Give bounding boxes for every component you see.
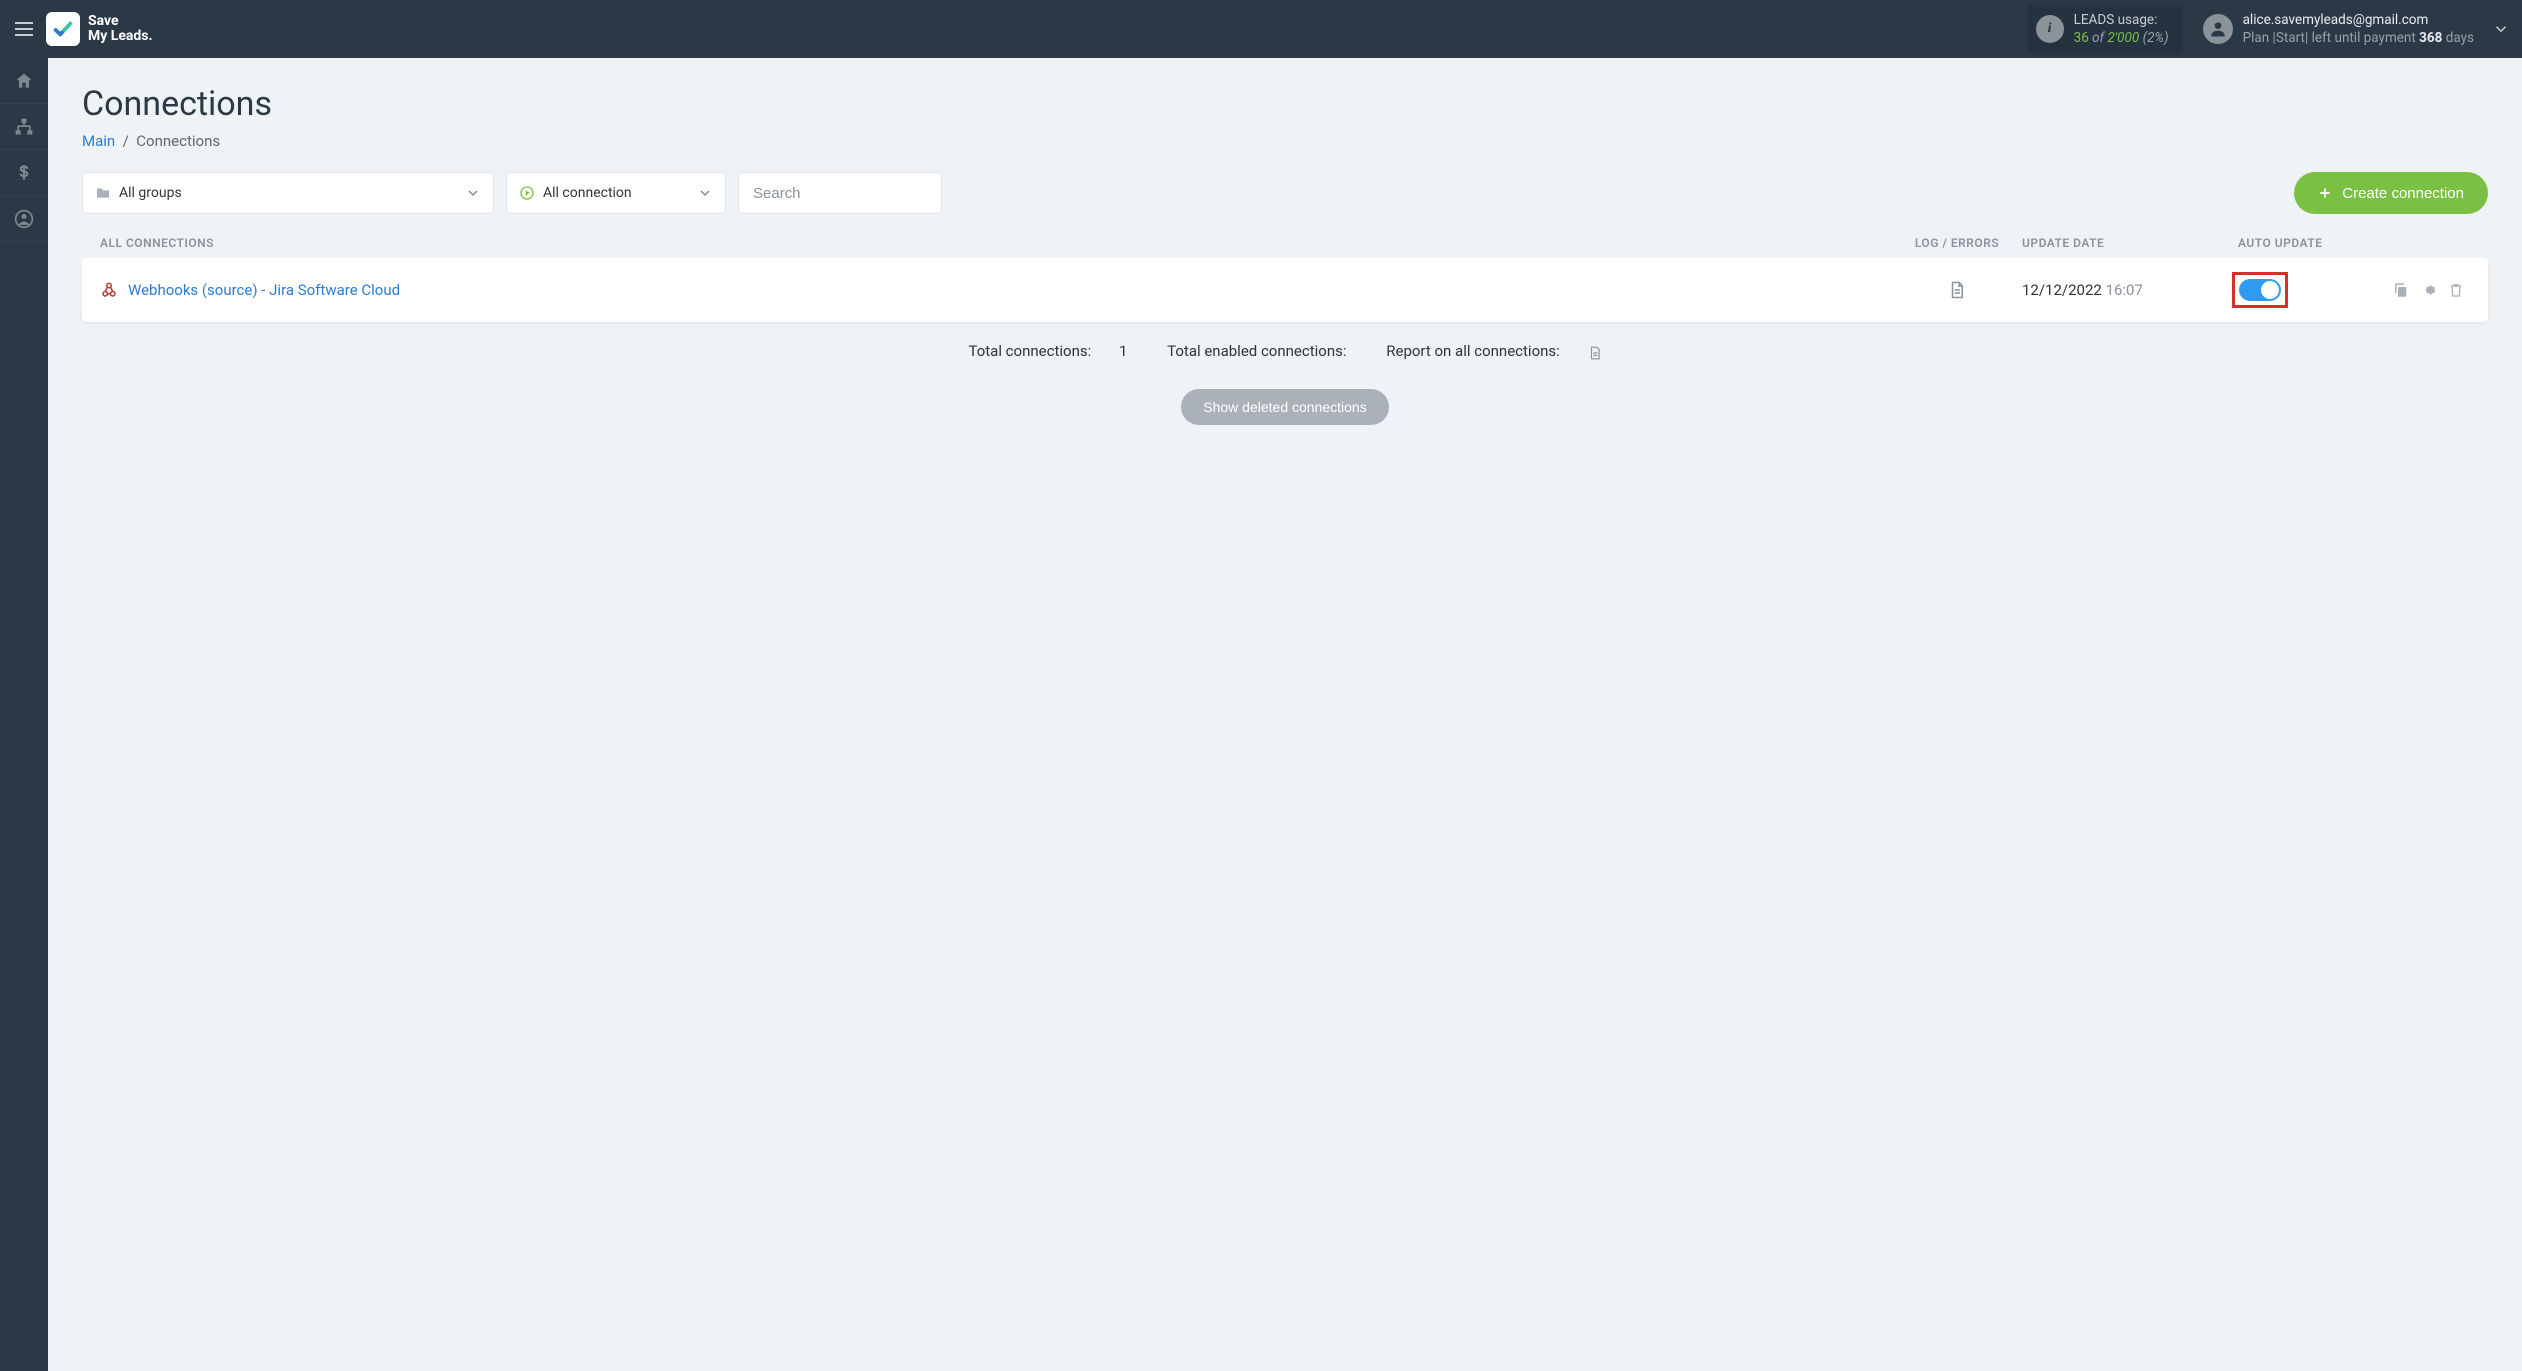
breadcrumb: Main / Connections [82,132,2488,150]
connection-filter-dropdown[interactable]: All connection [506,172,726,214]
enabled-label: Total enabled connections: [1167,342,1346,360]
sidebar [0,58,48,1371]
total-value: 1 [1119,342,1127,360]
logo[interactable]: Save My Leads. [46,12,153,46]
breadcrumb-current: Connections [136,132,220,150]
avatar-icon [2203,14,2233,44]
col-header-name: ALL CONNECTIONS [100,236,1892,250]
create-label: Create connection [2342,185,2464,202]
col-header-log: LOG / ERRORS [1892,236,2022,250]
col-header-auto: AUTO UPDATE [2232,236,2392,250]
chevron-down-icon [697,185,713,201]
search-input[interactable] [738,172,942,214]
connection-name-link[interactable]: Webhooks (source) - Jira Software Cloud [128,281,400,299]
play-circle-icon [519,185,535,201]
groups-dropdown[interactable]: All groups [82,172,494,214]
main-content: Connections Main / Connections All group… [48,58,2522,1371]
report-label: Report on all connections: [1386,342,1560,360]
logo-icon [46,12,80,46]
account-info: alice.savemyleads@gmail.com Plan |Start|… [2203,11,2474,47]
connection-filter-label: All connection [543,185,632,201]
usage-label: LEADS usage: [2074,11,2169,29]
delete-button[interactable] [2448,281,2464,299]
info-icon: i [2036,15,2064,43]
webhook-icon [100,281,118,299]
brand-text: Save My Leads. [88,14,153,45]
plus-icon [2318,186,2332,200]
table-header: ALL CONNECTIONS LOG / ERRORS UPDATE DATE… [82,236,2488,258]
log-button[interactable] [1892,280,2022,300]
summary: Total connections: 1 Total enabled conne… [82,342,2488,361]
copy-button[interactable] [2392,281,2410,299]
toolbar: All groups All connection [82,172,2488,214]
page-title: Connections [82,84,2488,124]
total-label: Total connections: [968,342,1091,360]
connection-row: Webhooks (source) - Jira Software Cloud … [82,258,2488,322]
update-date: 12/12/2022 16:07 [2022,281,2232,299]
header: Save My Leads. i LEADS usage: 36 of 2'00… [0,0,2522,58]
account-email: alice.savemyleads@gmail.com [2243,11,2474,29]
usage-box: i LEADS usage: 36 of 2'000 (2%) [2028,5,2183,53]
folder-icon [95,185,111,201]
menu-toggle[interactable] [8,13,40,45]
account-dropdown[interactable] [2492,20,2510,38]
groups-label: All groups [119,185,182,201]
brand-line2: My Leads. [88,29,153,44]
brand-line1: Save [88,14,153,29]
account-plan: Plan |Start| left until payment 368 days [2243,29,2474,47]
create-connection-button[interactable]: Create connection [2294,172,2488,214]
col-header-date: UPDATE DATE [2022,236,2232,250]
sidebar-item-home[interactable] [0,58,48,104]
show-deleted-button[interactable]: Show deleted connections [1181,389,1388,425]
usage-values: 36 of 2'000 (2%) [2074,29,2169,47]
auto-update-highlight [2232,272,2288,308]
settings-button[interactable] [2420,281,2438,299]
report-download-icon[interactable] [1588,343,1602,361]
chevron-down-icon [465,185,481,201]
breadcrumb-main[interactable]: Main [82,132,115,150]
sidebar-item-account[interactable] [0,196,48,242]
hamburger-icon [15,22,33,36]
sidebar-item-connections[interactable] [0,104,48,150]
auto-update-toggle[interactable] [2239,279,2281,301]
sidebar-item-billing[interactable] [0,150,48,196]
